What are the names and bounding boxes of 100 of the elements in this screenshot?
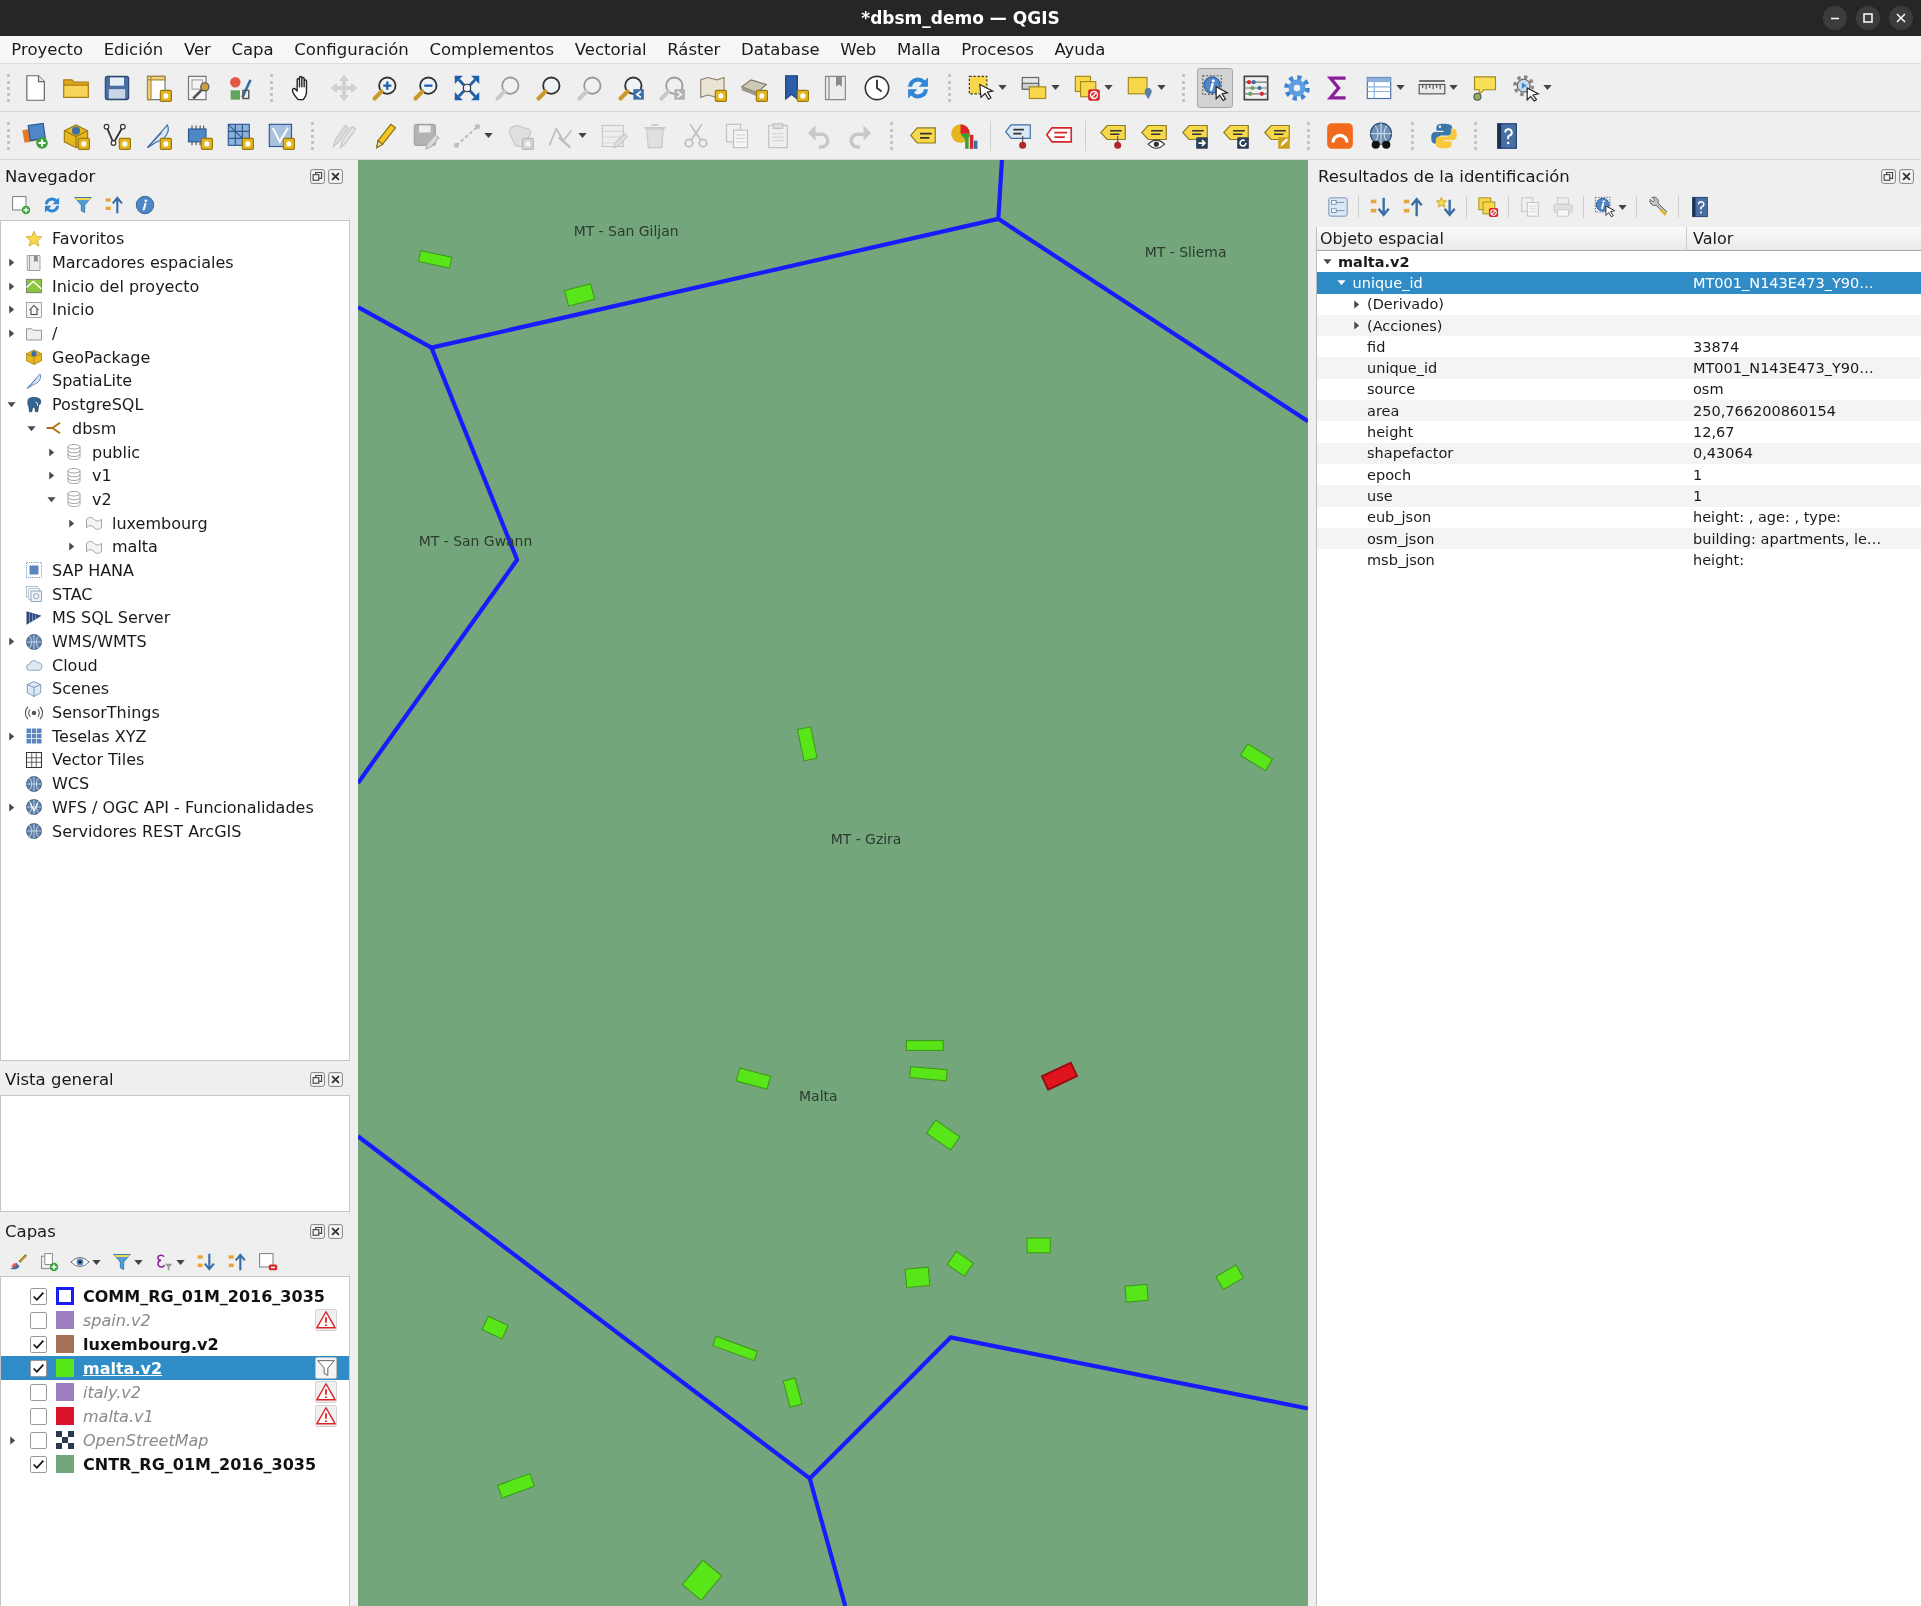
result-row[interactable]: eub_json height: , age: , type: (1317, 506, 1921, 528)
tree-item[interactable]: SpatiaLite (52, 371, 133, 391)
tree-item[interactable]: Inicio del proyecto (52, 276, 200, 296)
tree-item[interactable]: v1 (92, 466, 112, 486)
result-row[interactable]: epoch 1 (1317, 463, 1921, 486)
tree-arrow-icon[interactable] (6, 305, 16, 315)
menu-item[interactable]: Configuración (284, 40, 420, 59)
layer-row[interactable]: italy.v2 (1, 1380, 349, 1404)
tree-item[interactable]: public (92, 442, 141, 462)
checkbox[interactable] (30, 1311, 47, 1329)
caret-icon[interactable] (175, 1259, 185, 1265)
menu-item[interactable]: Complementos (419, 40, 565, 59)
menu-item[interactable]: Malla (886, 40, 951, 59)
tree-arrow-icon[interactable] (1351, 321, 1361, 331)
layer-name[interactable]: spain.v2 (83, 1310, 151, 1330)
result-row[interactable]: shapefactor 0,43064 (1317, 442, 1921, 464)
layer-row[interactable]: OpenStreetMap (1, 1428, 349, 1452)
layer-row[interactable]: CNTR_RG_01M_2016_3035 (1, 1452, 349, 1476)
menu-item[interactable]: Database (730, 40, 831, 59)
tree-arrow-icon[interactable] (7, 1435, 17, 1445)
tree-item[interactable]: luxembourg (112, 513, 208, 533)
tree-item[interactable]: GeoPackage (52, 347, 151, 367)
layer-name[interactable]: malta.v1 (83, 1406, 154, 1426)
result-row[interactable]: fid 33874 (1317, 336, 1921, 358)
menu-item[interactable]: Capa (221, 40, 284, 59)
tree-arrow-icon[interactable] (6, 400, 16, 410)
tree-arrow-icon[interactable] (26, 423, 36, 433)
tree-item[interactable]: STAC (52, 584, 93, 604)
float-icon[interactable] (310, 1071, 325, 1087)
tree-item[interactable]: / (52, 324, 58, 344)
result-row[interactable]: (Derivado) (1317, 293, 1921, 315)
tree-arrow-icon[interactable] (1322, 257, 1332, 267)
layer-name[interactable]: luxembourg.v2 (83, 1334, 219, 1354)
tree-item[interactable]: dbsm (72, 418, 117, 438)
tree-arrow-icon[interactable] (1337, 278, 1346, 288)
tree-arrow-icon[interactable] (6, 731, 16, 741)
layer-name[interactable]: italy.v2 (83, 1382, 141, 1402)
toolbar-button[interactable] (1196, 67, 1233, 108)
tree-item[interactable]: Inicio (52, 300, 95, 320)
tree-arrow-icon[interactable] (1351, 299, 1361, 309)
layer-row[interactable]: spain.v2 (1, 1308, 349, 1332)
tree-item[interactable]: Servidores REST ArcGIS (52, 821, 242, 841)
menu-item[interactable]: Ver (173, 40, 222, 59)
menu-item[interactable]: Procesos (950, 40, 1045, 59)
caret-icon[interactable] (1395, 85, 1405, 90)
minimize-icon[interactable] (1823, 6, 1847, 30)
menu-item[interactable]: Ayuda (1044, 40, 1116, 59)
result-row[interactable]: unique_id MT001_N143E473_Y90… (1317, 272, 1921, 294)
checkbox[interactable] (30, 1431, 47, 1449)
layer-name[interactable]: malta.v2 (83, 1358, 163, 1378)
result-row[interactable]: area 250,766200860154 (1317, 400, 1921, 422)
menu-item[interactable]: Proyecto (1, 40, 94, 59)
checkbox[interactable] (30, 1455, 47, 1473)
caret-icon[interactable] (1103, 85, 1113, 90)
tree-item[interactable]: MS SQL Server (52, 608, 171, 628)
checkbox[interactable] (30, 1359, 47, 1377)
tree-item[interactable]: Cloud (52, 655, 98, 675)
column-header[interactable]: Valor (1687, 227, 1921, 251)
layer-name[interactable]: CNTR_RG_01M_2016_3035 (83, 1454, 317, 1474)
result-row[interactable]: msb_json height: (1317, 549, 1921, 571)
maximize-icon[interactable] (1856, 6, 1880, 30)
tree-arrow-icon[interactable] (6, 258, 16, 268)
tree-arrow-icon[interactable] (66, 542, 76, 552)
layer-row[interactable]: malta.v1 (1, 1404, 349, 1428)
layer-name[interactable]: COMM_RG_01M_2016_3035 (83, 1286, 325, 1306)
checkbox[interactable] (30, 1335, 47, 1353)
tree-item[interactable]: v2 (92, 489, 112, 509)
tree-item[interactable]: malta (112, 537, 158, 557)
tree-arrow-icon[interactable] (66, 518, 76, 528)
checkbox[interactable] (30, 1407, 47, 1425)
tree-item[interactable]: Vector Tiles (52, 750, 145, 770)
tree-arrow-icon[interactable] (46, 447, 56, 457)
close-icon[interactable] (328, 1223, 343, 1239)
close-icon[interactable] (1889, 6, 1913, 30)
result-row[interactable]: osm_json building: apartments, le… (1317, 527, 1921, 550)
caret-icon[interactable] (1617, 204, 1627, 210)
caret-icon[interactable] (1448, 85, 1458, 90)
checkbox[interactable] (30, 1383, 47, 1401)
caret-icon[interactable] (997, 85, 1007, 90)
tree-item[interactable]: WFS / OGC API - Funcionalidades (52, 797, 314, 817)
warning-icon[interactable] (315, 1309, 337, 1331)
close-icon[interactable] (328, 168, 343, 184)
result-row[interactable]: use 1 (1317, 485, 1921, 507)
tree-arrow-icon[interactable] (46, 494, 56, 504)
result-row[interactable]: (Acciones) (1317, 314, 1921, 337)
tree-item[interactable]: Marcadores espaciales (52, 253, 234, 273)
close-icon[interactable] (328, 1071, 343, 1087)
checkbox[interactable] (30, 1287, 47, 1305)
close-icon[interactable] (1899, 168, 1914, 184)
tree-item[interactable]: Teselas XYZ (52, 726, 147, 746)
tree-arrow-icon[interactable] (6, 329, 16, 339)
warning-icon[interactable] (315, 1381, 337, 1403)
tree-arrow-icon[interactable] (46, 471, 56, 481)
float-icon[interactable] (310, 168, 325, 184)
result-row[interactable]: unique_id MT001_N143E473_Y90… (1317, 357, 1921, 379)
result-row[interactable]: height 12,67 (1317, 421, 1921, 443)
caret-icon[interactable] (1542, 85, 1552, 90)
tree-item[interactable]: Scenes (52, 679, 110, 699)
result-row[interactable]: source osm (1317, 378, 1921, 401)
tree-item[interactable]: PostgreSQL (52, 395, 144, 415)
